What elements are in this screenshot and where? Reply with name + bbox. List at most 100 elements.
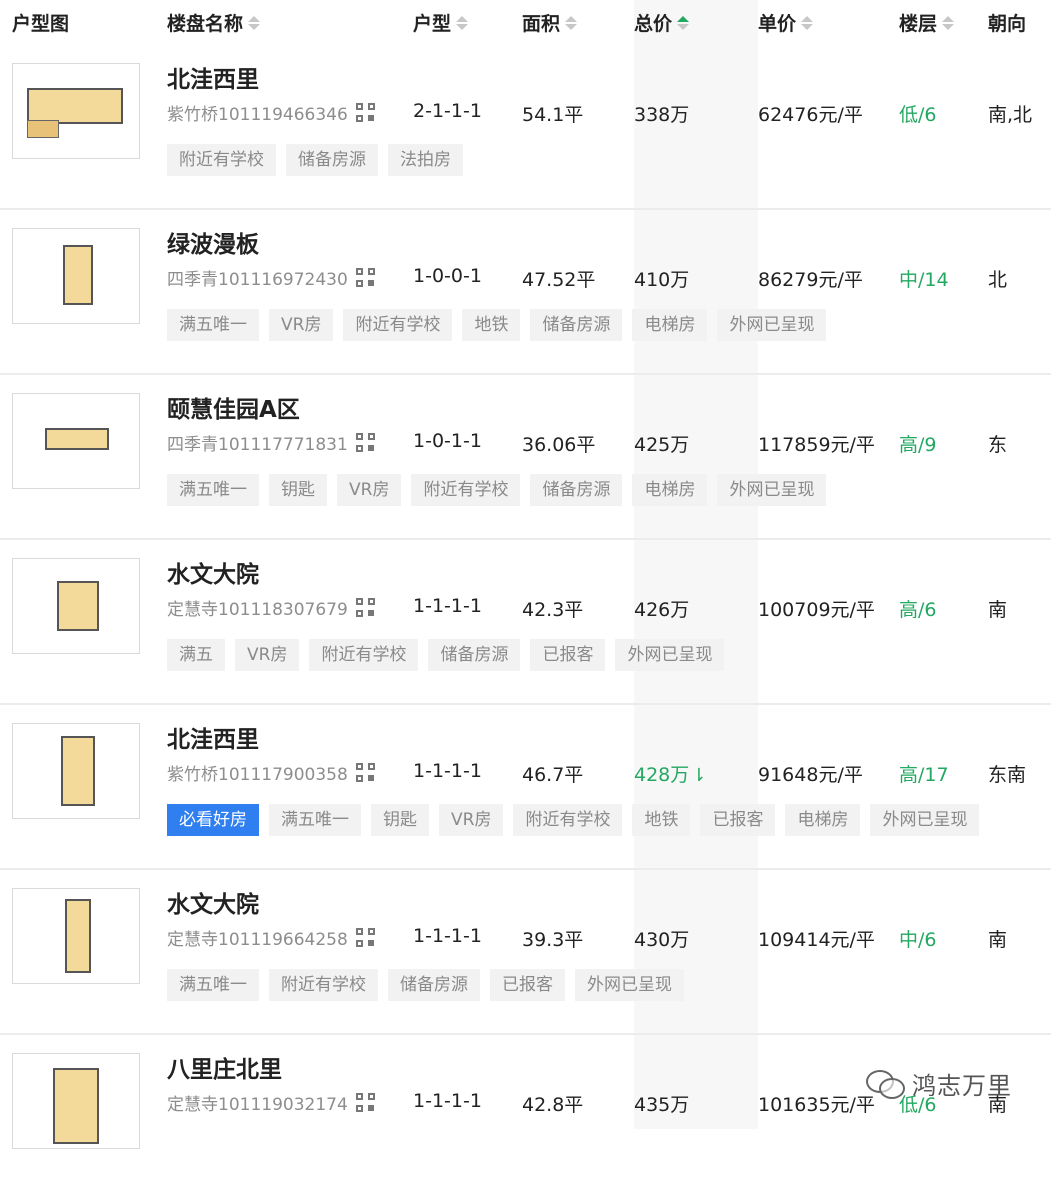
must-see-tag[interactable]: 必看好房 (167, 804, 259, 836)
col-layout[interactable]: 户型 (413, 9, 469, 36)
col-total-price[interactable]: 总价 (634, 9, 690, 36)
tag: 电梯房 (785, 804, 861, 836)
qr-code-icon[interactable] (355, 598, 375, 617)
tag: 满五 (167, 639, 225, 671)
listing-name[interactable]: 颐慧佳园A区 (167, 390, 300, 424)
sort-icon[interactable] (565, 15, 578, 30)
tag: 地铁 (632, 804, 691, 836)
unit-price-value: 86279元/平 (758, 269, 863, 291)
tag: 储备房源 (530, 309, 623, 341)
floorplan-thumbnail[interactable] (12, 1053, 140, 1149)
tag: 电梯房 (632, 474, 708, 506)
listing-name[interactable]: 水文大院 (167, 885, 259, 919)
tag: 外网已呈现 (717, 309, 827, 341)
qr-code-icon[interactable] (355, 268, 375, 287)
total-price-value: 430万 (634, 929, 690, 951)
area-value: 47.52平 (522, 269, 596, 291)
tag-list: 满五唯一 VR房 附近有学校 地铁 储备房源 电梯房 外网已呈现 (167, 309, 827, 341)
tag: 满五唯一 (167, 474, 259, 506)
listing-name[interactable]: 八里庄北里 (167, 1050, 282, 1084)
layout-value: 1-1-1-1 (413, 760, 482, 782)
tag: 钥匙 (371, 804, 429, 836)
col-area[interactable]: 面积 (522, 9, 578, 36)
tag: 外网已呈现 (615, 639, 725, 671)
area-value: 36.06平 (522, 434, 596, 456)
wechat-icon (866, 1069, 906, 1099)
tag: 已报客 (490, 969, 565, 1001)
unit-price-value: 117859元/平 (758, 434, 875, 456)
sort-icon[interactable] (942, 15, 955, 30)
qr-code-icon[interactable] (355, 928, 375, 947)
tag-list: 满五唯一 钥匙 VR房 附近有学校 储备房源 电梯房 外网已呈现 (167, 474, 827, 506)
tag: 附近有学校 (411, 474, 521, 506)
floor-value: 高/17 (899, 764, 949, 786)
layout-value: 1-1-1-1 (413, 925, 482, 947)
wechat-watermark: 鸿志万里 (866, 1066, 1012, 1101)
tag: 满五唯一 (167, 969, 259, 1001)
tag-list: 必看好房 满五唯一 钥匙 VR房 附近有学校 地铁 已报客 电梯房 外网已呈现 (167, 804, 980, 836)
tag: 已报客 (530, 639, 606, 671)
col-name[interactable]: 楼盘名称 (167, 9, 261, 36)
listing-name[interactable]: 水文大院 (167, 555, 259, 589)
listing-code: 紫竹桥101119466346 (167, 100, 375, 125)
tag: VR房 (235, 639, 300, 671)
table-row[interactable]: 水文大院 定慧寺101119664258 1-1-1-1 39.3平 430万 … (0, 871, 1051, 1035)
row-divider (0, 208, 1051, 210)
listing-code: 定慧寺101119664258 (167, 925, 375, 950)
floorplan-thumbnail[interactable] (12, 393, 140, 489)
sort-icon[interactable] (248, 15, 261, 30)
sort-asc-icon[interactable] (677, 15, 690, 30)
total-price-value: 425万 (634, 434, 690, 456)
layout-value: 1-0-0-1 (413, 265, 482, 287)
sort-icon[interactable] (801, 15, 814, 30)
total-price-value: 338万 (634, 104, 690, 126)
floorplan-thumbnail[interactable] (12, 723, 140, 819)
table-row[interactable]: 绿波漫板 四季青101116972430 1-0-0-1 47.52平 410万… (0, 211, 1051, 375)
tag: 储备房源 (388, 969, 480, 1001)
listing-code: 四季青101117771831 (167, 430, 375, 455)
col-orientation: 朝向 (988, 13, 1027, 35)
tag: 外网已呈现 (870, 804, 980, 836)
total-price-value: 426万 (634, 599, 690, 621)
listing-name[interactable]: 绿波漫板 (167, 225, 259, 259)
layout-value: 1-0-1-1 (413, 430, 482, 452)
listing-name[interactable]: 北洼西里 (167, 60, 259, 94)
tag: 外网已呈现 (575, 969, 684, 1001)
floor-value: 中/14 (899, 269, 949, 291)
col-floor[interactable]: 楼层 (899, 9, 955, 36)
table-row[interactable]: 八里庄北里 定慧寺101119032174 1-1-1-1 42.8平 435万… (0, 1036, 1051, 1200)
row-divider (0, 373, 1051, 375)
floorplan-thumbnail[interactable] (12, 888, 140, 984)
qr-code-icon[interactable] (355, 763, 375, 782)
floorplan-thumbnail[interactable] (12, 558, 140, 654)
col-unit-price[interactable]: 单价 (758, 9, 814, 36)
orientation-value: 东 (988, 434, 1008, 456)
tag: 附近有学校 (167, 144, 276, 176)
qr-code-icon[interactable] (355, 103, 375, 122)
total-price-value: 435万 (634, 1094, 690, 1116)
orientation-value: 南,北 (988, 104, 1033, 126)
tag: 附近有学校 (269, 969, 378, 1001)
unit-price-value: 91648元/平 (758, 764, 863, 786)
tag: 储备房源 (530, 474, 623, 506)
tag: 附近有学校 (309, 639, 419, 671)
tag: 电梯房 (632, 309, 708, 341)
area-value: 42.8平 (522, 1094, 584, 1116)
table-row[interactable]: 水文大院 定慧寺101118307679 1-1-1-1 42.3平 426万 … (0, 541, 1051, 705)
table-row[interactable]: 北洼西里 紫竹桥101119466346 2-1-1-1 54.1平 338万 … (0, 46, 1051, 210)
qr-code-icon[interactable] (355, 1093, 375, 1112)
floorplan-thumbnail[interactable] (12, 63, 140, 159)
tag-list: 满五唯一 附近有学校 储备房源 已报客 外网已呈现 (167, 969, 684, 1001)
qr-code-icon[interactable] (355, 433, 375, 452)
sort-icon[interactable] (456, 15, 469, 30)
unit-price-value: 101635元/平 (758, 1094, 875, 1116)
area-value: 39.3平 (522, 929, 584, 951)
floorplan-thumbnail[interactable] (12, 228, 140, 324)
row-divider (0, 1033, 1051, 1035)
table-row[interactable]: 颐慧佳园A区 四季青101117771831 1-0-1-1 36.06平 42… (0, 376, 1051, 540)
floor-value: 高/6 (899, 599, 937, 621)
row-divider (0, 868, 1051, 870)
listing-name[interactable]: 北洼西里 (167, 720, 259, 754)
table-row[interactable]: 北洼西里 紫竹桥101117900358 1-1-1-1 46.7平 428万 ⇂… (0, 706, 1051, 870)
unit-price-value: 62476元/平 (758, 104, 863, 126)
